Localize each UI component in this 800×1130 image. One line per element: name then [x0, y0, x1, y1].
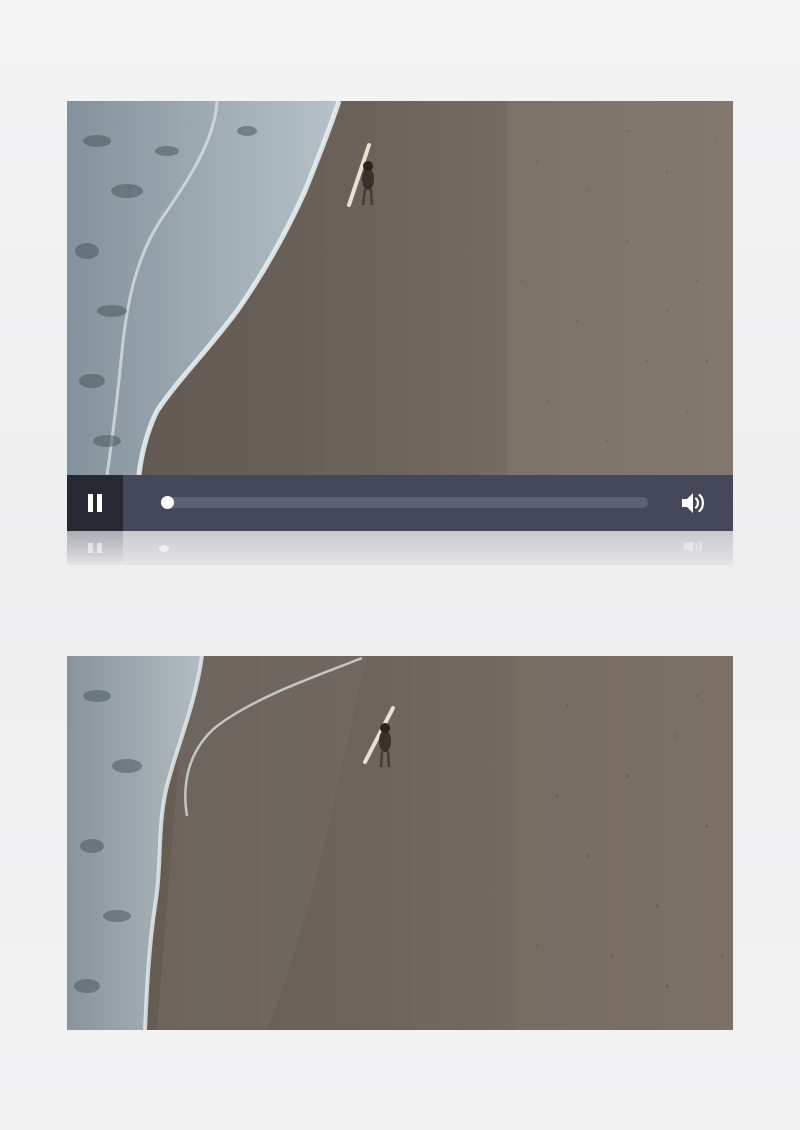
video-thumbnail — [67, 656, 733, 1030]
volume-icon — [682, 493, 704, 513]
pause-icon — [88, 494, 93, 512]
video-controls-bar — [67, 475, 733, 531]
reflection-button — [67, 531, 123, 565]
progress-knob[interactable] — [161, 496, 174, 509]
video-player — [67, 101, 733, 565]
controls-reflection — [67, 531, 733, 565]
video-frame-2[interactable] — [67, 656, 733, 1030]
reflection-bar — [97, 543, 102, 553]
pause-icon-bar — [97, 494, 102, 512]
reflection-bar — [88, 543, 93, 553]
progress-track[interactable] — [161, 496, 648, 509]
reflection-knob — [159, 545, 169, 552]
beach-aerial-scene-2 — [67, 656, 733, 1030]
volume-button[interactable] — [679, 489, 707, 517]
video-frame[interactable] — [67, 101, 733, 475]
beach-aerial-scene — [67, 101, 733, 475]
pause-button[interactable] — [67, 475, 123, 531]
reflection-volume-icon — [683, 541, 702, 552]
